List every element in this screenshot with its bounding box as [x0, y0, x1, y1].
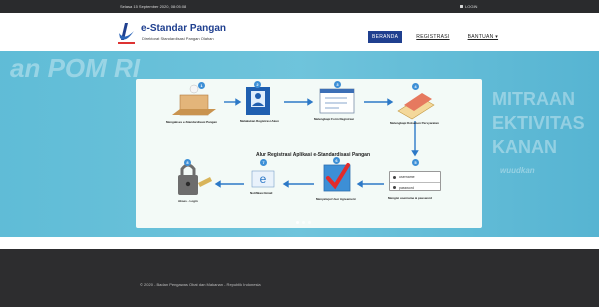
registration-flow-panel: e 1 2 3 4 5 6 7 8 Mengakses e-Standardis…	[136, 79, 482, 228]
step-5-label: Mengisi username & password	[388, 196, 433, 200]
svg-text:e: e	[260, 172, 267, 186]
login-link[interactable]: LOGIN	[460, 4, 477, 9]
watermark-right-2: EKTIVITAS	[492, 113, 585, 133]
step-1-illustration	[172, 84, 216, 116]
key-icon	[393, 186, 396, 189]
step-2-badge: 2	[254, 81, 261, 88]
user-icon	[393, 175, 396, 179]
copyright-text: © 2020 - Badan Pengawas Obat dan Makanan…	[140, 282, 261, 287]
nav-bantuan[interactable]: BANTUAN ▾	[464, 31, 503, 43]
step-8-label: Akses - Login	[178, 199, 198, 203]
watermark-right-1: MITRAAN	[492, 89, 575, 109]
step-2-illustration	[246, 87, 270, 115]
lock-icon	[460, 5, 463, 8]
step-7-label: Notifikasi Email	[250, 191, 273, 195]
username-row: username	[390, 172, 440, 182]
watermark-right-4: wuudkan	[500, 166, 535, 175]
brand-title[interactable]: e-Standar Pangan	[141, 23, 226, 34]
hero-carousel[interactable]: an POM RI MITRAAN EKTIVITAS KANAN wuudka…	[0, 51, 599, 237]
step-8-illustration	[178, 163, 212, 195]
top-bar: Selasa 15 September 2020, 08:05:08 LOGIN	[0, 0, 599, 13]
flow-title: Alur Registrasi Aplikasi e-Standardisasi…	[256, 152, 371, 158]
main-nav: BERANDA REGISTRASI BANTUAN ▾	[368, 31, 502, 43]
step-3-badge: 3	[334, 81, 341, 88]
carousel-dots	[296, 221, 311, 224]
step-8-badge: 8	[184, 159, 191, 166]
step-7-badge: 7	[260, 159, 267, 166]
site-footer: © 2020 - Badan Pengawas Obat dan Makanan…	[0, 249, 599, 307]
step-6-badge: 6	[333, 157, 340, 164]
carousel-dot-2[interactable]	[302, 221, 305, 224]
watermark-left: an POM RI	[10, 53, 141, 83]
step-3-label: Melengkapi Form Registrasi	[314, 117, 355, 121]
step-6-label: Menyetujui User Agreement	[316, 197, 356, 201]
step-4-badge: 4	[412, 83, 419, 90]
password-row: password	[390, 182, 440, 192]
nav-beranda[interactable]: BERANDA	[368, 31, 403, 43]
step-4-illustration	[397, 93, 435, 120]
carousel-dot-1[interactable]	[296, 221, 299, 224]
datetime-text: Selasa 15 September 2020, 08:05:08	[120, 4, 187, 9]
bpom-logo[interactable]	[116, 21, 138, 47]
step-3-illustration	[319, 88, 355, 114]
username-text: username	[399, 175, 415, 179]
carousel-dot-3[interactable]	[308, 221, 311, 224]
site-header: e-Standar Pangan Direktorat Standardisas…	[0, 13, 599, 51]
watermark-right-3: KANAN	[492, 137, 557, 157]
step-7-illustration: e	[251, 170, 275, 188]
step-5-badge: 5	[412, 159, 419, 166]
step-4-label: Melengkapi Dokumen Persyaratan	[390, 121, 439, 125]
password-text: password	[399, 185, 414, 190]
brand-subtitle: Direktorat Standardisasi Pangan Olahan	[142, 36, 214, 41]
step-1-label: Mengakses e-Standardisasi Pangan	[166, 120, 218, 124]
login-label: LOGIN	[465, 4, 478, 9]
step-1-badge: 1	[198, 82, 205, 89]
step-6-illustration	[323, 163, 351, 192]
credentials-box: username password	[389, 171, 441, 191]
nav-registrasi[interactable]: REGISTRASI	[412, 31, 453, 43]
step-2-label: Melakukan Registrasi Akun	[240, 119, 279, 123]
